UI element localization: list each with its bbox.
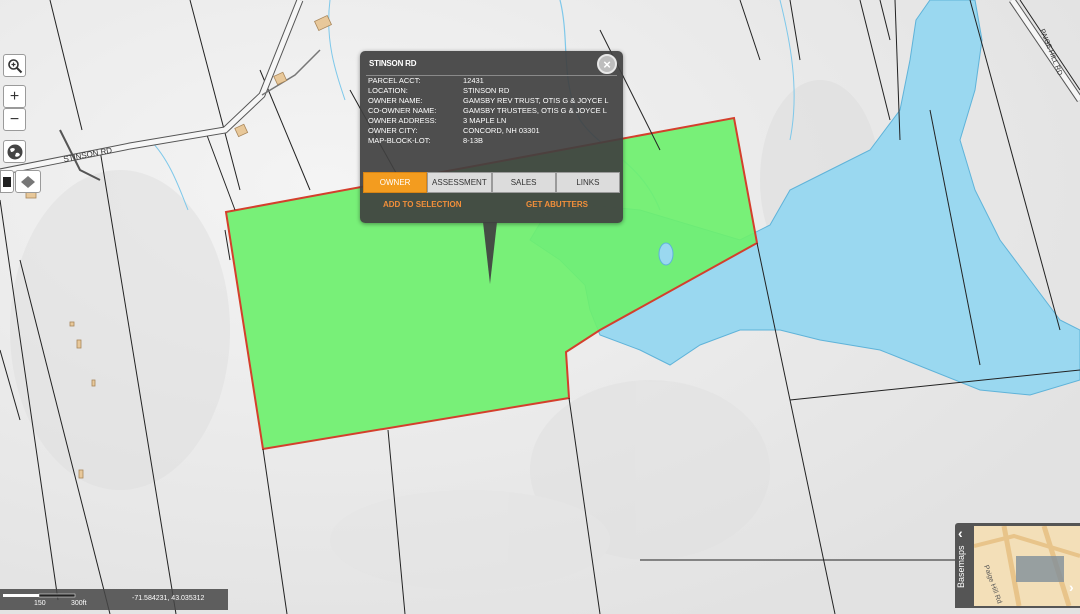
field-label: PARCEL ACCT: — [368, 76, 421, 85]
field-value: CONCORD, NH 03301 — [463, 126, 540, 135]
tab-assessment[interactable]: ASSESSMENT — [427, 172, 492, 193]
close-icon[interactable]: × — [597, 54, 617, 74]
field-label: OWNER NAME: — [368, 96, 423, 105]
field-value: 12431 — [463, 76, 484, 85]
field-value: STINSON RD — [463, 86, 510, 95]
prev-extent-icon[interactable] — [0, 170, 14, 193]
status-bar: 150 300ft -71.584231, 43.035312 — [0, 589, 228, 610]
add-to-selection-link[interactable]: ADD TO SELECTION — [383, 200, 462, 209]
scale-label-mid: 150 — [34, 600, 46, 607]
popup-title: STINSON RD — [369, 59, 417, 68]
coordinate-readout: -71.584231, 43.035312 — [132, 595, 205, 602]
popup-pointer — [483, 222, 497, 284]
field-label: LOCATION: — [368, 86, 408, 95]
tab-owner[interactable]: OWNER — [363, 172, 428, 193]
parcel-popup: STINSON RD × PARCEL ACCT: 12431 LOCATION… — [360, 51, 623, 223]
zoom-in-button[interactable]: + — [3, 85, 26, 108]
chevron-right-icon[interactable]: › — [1069, 579, 1074, 595]
field-value: GAMSBY REV TRUST, OTIS G & JOYCE L — [463, 96, 609, 105]
basemaps-label: Basemaps — [956, 545, 966, 589]
tab-links[interactable]: LINKS — [555, 172, 620, 193]
basemap-thumbnail[interactable]: Paige Hill Rd — [974, 526, 1080, 606]
parcel-pond — [658, 242, 674, 266]
zoom-out-button[interactable]: − — [3, 108, 26, 131]
globe-icon[interactable] — [3, 140, 26, 163]
field-value: 8-13B — [463, 136, 484, 145]
tab-sales[interactable]: SALES — [491, 172, 556, 193]
field-label: MAP-BLOCK-LOT: — [368, 136, 431, 145]
field-value: 3 MAPLE LN — [463, 116, 507, 125]
chevron-left-icon[interactable]: ‹ — [958, 525, 963, 541]
field-label: OWNER ADDRESS: — [368, 116, 437, 125]
zoom-extent-icon[interactable] — [3, 54, 26, 77]
field-label: OWNER CITY: — [368, 126, 418, 135]
field-value: GAMSBY TRUSTEES, OTIS G & JOYCE L — [463, 106, 607, 115]
basemaps-widget[interactable]: Basemaps ‹ Paige Hill Rd › — [955, 523, 1080, 608]
popup-tabs: OWNER ASSESSMENT SALES LINKS — [363, 172, 620, 193]
scale-label-end: 300ft — [71, 600, 87, 607]
next-extent-icon[interactable] — [15, 170, 41, 193]
get-abutters-link[interactable]: GET ABUTTERS — [526, 200, 588, 209]
field-label: CO-OWNER NAME: — [368, 106, 437, 115]
